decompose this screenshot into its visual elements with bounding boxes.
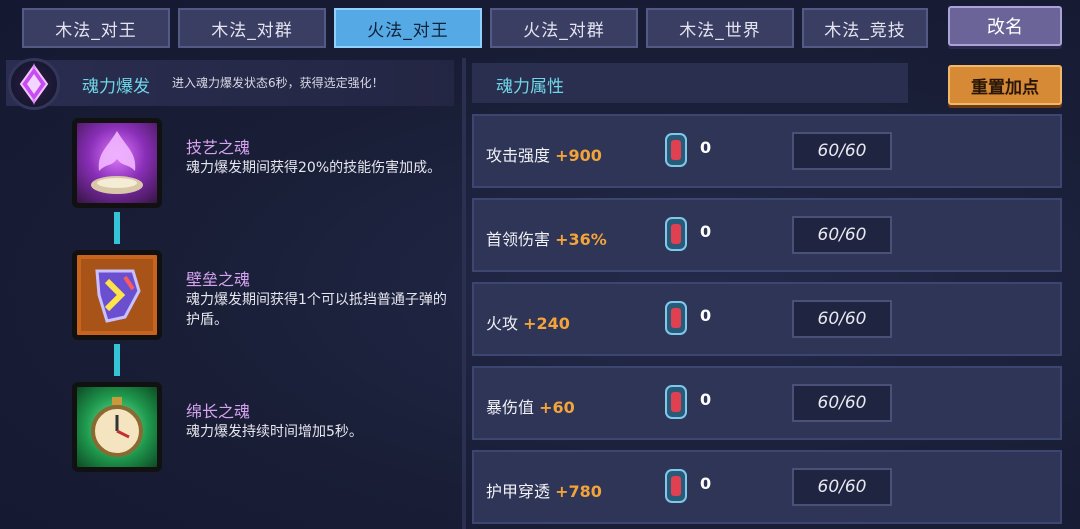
attribute-cap[interactable]: 60/60 (792, 300, 892, 338)
gem-count: 0 (700, 138, 712, 157)
soul-gem-icon (665, 385, 687, 419)
attribute-bonus: +36% (555, 230, 607, 249)
attribute-label: 火攻 (486, 314, 519, 333)
rename-button[interactable]: 改名 (948, 6, 1062, 46)
soul-gem-icon (665, 217, 687, 251)
soul-gem-icon (665, 301, 687, 335)
attribute-label: 首领伤害 (486, 230, 551, 249)
attribute-bonus: +240 (523, 314, 570, 333)
burst-title: 魂力爆发 (82, 77, 150, 97)
burst-crystal-icon (8, 58, 60, 110)
attributes-title: 魂力属性 (496, 77, 564, 97)
tab-fire-group[interactable]: 火法_对群 (490, 8, 638, 48)
tab-wood-boss[interactable]: 木法_对王 (22, 8, 170, 48)
attribute-cap[interactable]: 60/60 (792, 216, 892, 254)
attribute-label: 攻击强度 (486, 146, 551, 165)
attribute-cap[interactable]: 60/60 (792, 468, 892, 506)
attribute-bonus: +900 (555, 146, 602, 165)
tab-wood-arena[interactable]: 木法_竞技 (802, 8, 928, 48)
tab-fire-boss[interactable]: 火法_对王 (334, 8, 482, 48)
attribute-bonus: +60 (539, 398, 575, 417)
soul-description-skill: 魂力爆发期间获得20%的技能伤害加成。 (186, 160, 442, 176)
tab-wood-world[interactable]: 木法_世界 (646, 8, 794, 48)
soul-name-endurance: 绵长之魂 (186, 402, 251, 421)
burst-description: 进入魂力爆发状态6秒，获得选定强化！ (172, 76, 384, 90)
gem-count: 0 (700, 390, 712, 409)
attribute-label: 暴伤值 (486, 398, 535, 417)
soul-description-endurance: 魂力爆发持续时间增加5秒。 (186, 424, 363, 440)
tab-wood-group[interactable]: 木法_对群 (178, 8, 326, 48)
soul-gem-icon (665, 133, 687, 167)
gem-count: 0 (700, 306, 712, 325)
attribute-row: 火攻 +240 0 60/60 (472, 282, 1062, 356)
gem-count: 0 (700, 474, 712, 493)
panel-divider (462, 58, 466, 529)
soul-name-barrier: 壁垒之魂 (186, 270, 251, 289)
attribute-row: 暴伤值 +60 0 60/60 (472, 366, 1062, 440)
purple-flame-icon[interactable] (72, 118, 162, 208)
connector-line (114, 212, 120, 244)
soul-description-barrier: 魂力爆发期间获得1个可以抵挡普通子弹的护盾。 (186, 292, 447, 328)
soul-name-skill: 技艺之魂 (186, 138, 251, 157)
attribute-row: 首领伤害 +36% 0 60/60 (472, 198, 1062, 272)
connector-line (114, 344, 120, 376)
gem-count: 0 (700, 222, 712, 241)
attribute-row: 攻击强度 +900 0 60/60 (472, 114, 1062, 188)
attribute-label: 护甲穿透 (486, 482, 551, 501)
attribute-cap[interactable]: 60/60 (792, 132, 892, 170)
attribute-bonus: +780 (555, 482, 602, 501)
stopwatch-icon[interactable] (72, 382, 162, 472)
shield-icon[interactable] (72, 250, 162, 340)
reset-points-button[interactable]: 重置加点 (948, 65, 1062, 105)
attribute-row: 护甲穿透 +780 0 60/60 (472, 450, 1062, 524)
soul-gem-icon (665, 469, 687, 503)
attribute-cap[interactable]: 60/60 (792, 384, 892, 422)
